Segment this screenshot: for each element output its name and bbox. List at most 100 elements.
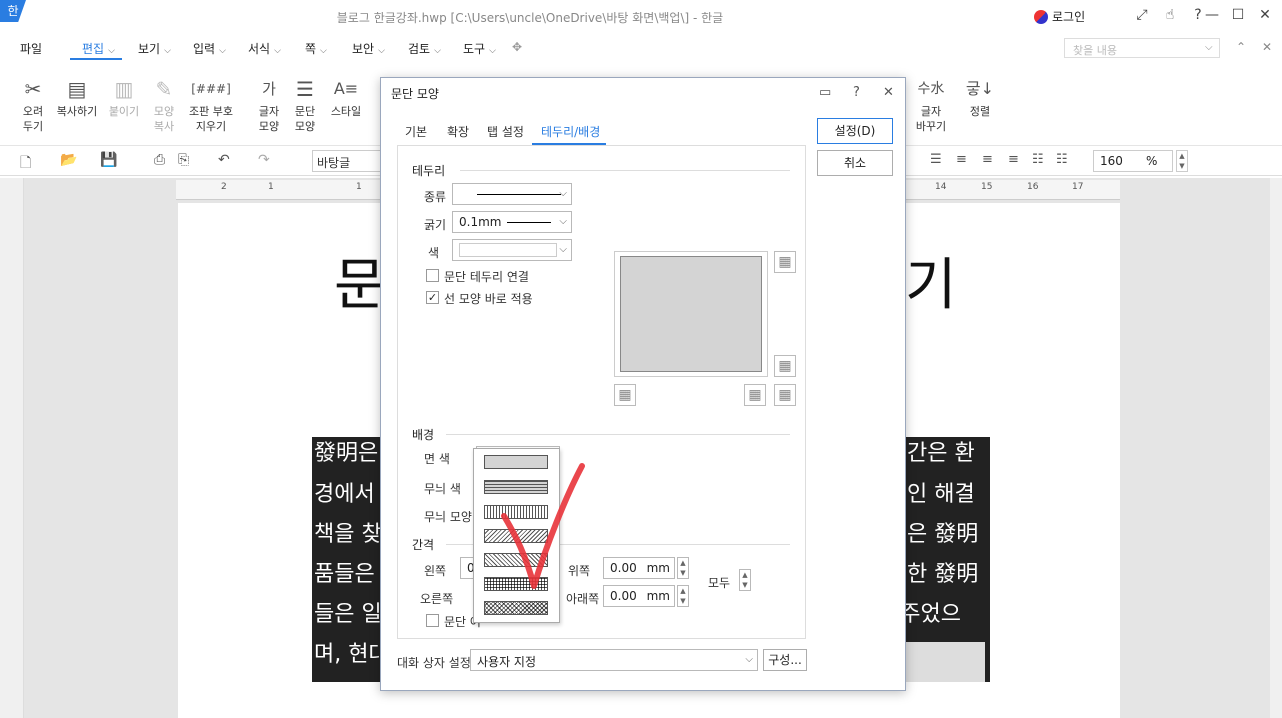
char-replace-button[interactable]: 수水 글자 바꾸기 xyxy=(908,74,954,134)
close-icon[interactable]: ✕ xyxy=(883,85,894,100)
border-top-icon[interactable]: ▦ xyxy=(774,251,796,273)
ignore-spacing-checkbox[interactable] xyxy=(426,614,439,627)
border-color-select[interactable]: ⌵ xyxy=(452,239,572,261)
align-center-icon[interactable]: ≡ xyxy=(982,152,993,167)
style-button[interactable]: A≡ 스타일 xyxy=(326,74,366,119)
menu-security[interactable]: 보안 ⌵ xyxy=(352,40,385,57)
comment-icon[interactable]: ▭ xyxy=(819,85,831,100)
copy-button[interactable]: ▤ 복사하기 xyxy=(52,74,102,119)
doc-line-right: 간은 환 xyxy=(907,441,975,466)
zoom-select[interactable]: 160% xyxy=(1093,150,1173,172)
align-justify-icon[interactable]: ☰ xyxy=(930,152,942,167)
menu-review[interactable]: 검토 ⌵ xyxy=(408,40,441,57)
char-shape-button[interactable]: 가 글자 모양 xyxy=(252,74,286,134)
login-label: 로그인 xyxy=(1052,10,1086,24)
zoom-value: 160 xyxy=(1100,154,1123,168)
bottom-spacing-spinner[interactable]: ▲ ▼ xyxy=(677,585,689,607)
maximize-icon[interactable]: ☐ xyxy=(1228,7,1248,23)
close-icon[interactable]: ✕ xyxy=(1255,7,1275,23)
style-icon: A≡ xyxy=(333,79,359,98)
help-icon[interactable]: ? xyxy=(853,85,860,100)
config-button[interactable]: 구성... xyxy=(763,649,807,671)
doc-line-right: 한 發明 xyxy=(907,562,979,587)
dialog-setting-select[interactable]: 사용자 지정 ⌵ xyxy=(470,649,758,671)
doc-line: 며, 현대 xyxy=(314,642,389,667)
divider xyxy=(446,434,790,435)
save-icon[interactable]: 💾 xyxy=(100,152,117,168)
cut-button[interactable]: ✂ 오려 두기 xyxy=(14,74,52,134)
menu-insert[interactable]: 입력 ⌵ xyxy=(193,40,226,57)
doc-line: 들은 일 xyxy=(314,602,382,627)
menu-edit[interactable]: 편집 ⌵ xyxy=(82,40,115,57)
print-icon[interactable]: ⎙ xyxy=(154,152,165,168)
border-right-icon[interactable]: ▦ xyxy=(774,384,796,406)
top-spacing-spinner[interactable]: ▲ ▼ xyxy=(677,557,689,579)
open-icon[interactable]: 📂 xyxy=(60,152,77,168)
para-shape-icon: ☰ xyxy=(296,77,314,101)
preview-fill xyxy=(620,256,762,372)
cancel-button[interactable]: 취소 xyxy=(817,150,893,176)
search-input[interactable]: 찾을 내용 xyxy=(1064,38,1220,58)
format-copy-icon: ✎ xyxy=(155,77,173,101)
menu-format[interactable]: 서식 ⌵ xyxy=(248,40,281,57)
top-spacing-input[interactable]: 0.00 mm xyxy=(603,557,675,579)
menu-page[interactable]: 쪽 ⌵ xyxy=(305,40,327,57)
print-preview-icon[interactable]: ⎘ xyxy=(178,152,189,168)
redo-icon[interactable]: ↷ xyxy=(258,152,270,168)
tab-basic[interactable]: 기본 xyxy=(405,123,427,140)
distribute-icon[interactable]: ☷ xyxy=(1032,152,1044,167)
zoom-unit: % xyxy=(1146,154,1158,168)
extension-icon[interactable]: ✥ xyxy=(512,40,522,54)
menu-file[interactable]: 파일 xyxy=(20,40,42,57)
all-spacing-label: 모두 xyxy=(708,576,731,590)
menu-active-indicator xyxy=(70,58,122,60)
menu-tools[interactable]: 도구 ⌵ xyxy=(463,40,496,57)
border-type-select[interactable]: ⌵ xyxy=(452,183,572,205)
border-type-label: 종류 xyxy=(424,190,447,204)
menu-view[interactable]: 보기 ⌵ xyxy=(138,40,171,57)
all-spacing-spinner[interactable]: ▲ ▼ xyxy=(739,569,751,591)
fullscreen-icon[interactable]: ⤢ xyxy=(1132,7,1152,23)
sort-icon: 긓↓ xyxy=(965,79,995,98)
bottom-spacing-input[interactable]: 0.00 mm xyxy=(603,585,675,607)
para-shape-button[interactable]: ☰ 문단 모양 xyxy=(288,74,322,134)
border-preview[interactable] xyxy=(614,251,768,377)
tab-tab-settings[interactable]: 탭 설정 xyxy=(487,123,524,140)
zoom-spinner[interactable]: ▲ ▼ xyxy=(1176,150,1188,172)
clear-marks-button[interactable]: [###] 조판 부호 지우기 xyxy=(184,74,238,134)
tab-border-background[interactable]: 테두리/배경 xyxy=(532,115,606,145)
copy-icon: ▤ xyxy=(67,77,87,101)
align-right-icon[interactable]: ≡ xyxy=(1008,152,1019,167)
collapse-ribbon-icon[interactable]: ⌃ xyxy=(1236,40,1246,54)
format-copy-button[interactable]: ✎ 모양 복사 xyxy=(146,74,182,134)
sort-button[interactable]: 긓↓ 정렬 xyxy=(960,74,1000,119)
login-button[interactable]: 로그인 xyxy=(1034,8,1085,25)
clear-marks-icon: [###] xyxy=(191,82,231,96)
align-left-icon[interactable]: ≡ xyxy=(956,152,967,167)
undo-icon[interactable]: ↶ xyxy=(218,152,230,168)
doc-line-right: 은 發明 xyxy=(907,522,979,547)
pattern-option-diag-cross[interactable] xyxy=(484,601,548,615)
border-inner-h-icon[interactable]: ▦ xyxy=(774,355,796,377)
search-dropdown-icon[interactable]: ⌵ xyxy=(1205,42,1213,53)
apply-line-checkbox[interactable]: ✓ xyxy=(426,291,439,304)
ok-button[interactable]: 설정(D) xyxy=(817,118,893,144)
scissors-icon: ✂ xyxy=(24,77,42,101)
divide-icon[interactable]: ☷ xyxy=(1056,152,1068,167)
new-doc-icon[interactable]: 🗋 xyxy=(20,152,31,176)
connect-border-checkbox[interactable] xyxy=(426,269,439,282)
pattern-color-label: 무늬 색 xyxy=(424,482,461,496)
minimize-icon[interactable]: — xyxy=(1202,7,1222,23)
border-width-select[interactable]: 0.1mm ⌵ xyxy=(452,211,572,233)
vertical-scrollbar[interactable] xyxy=(1270,178,1282,718)
border-left-icon[interactable]: ▦ xyxy=(614,384,636,406)
border-inner-v-icon[interactable]: ▦ xyxy=(744,384,766,406)
paste-button[interactable]: ▥ 붙이기 xyxy=(104,74,144,119)
spacing-section-title: 간격 xyxy=(412,538,435,552)
tab-extended[interactable]: 확장 xyxy=(447,123,469,140)
touch-icon[interactable]: ☝ xyxy=(1160,7,1180,23)
close-doc-icon[interactable]: ✕ xyxy=(1262,40,1272,54)
right-spacing-label: 오른쪽 xyxy=(420,592,454,606)
style-select[interactable]: 바탕글 xyxy=(312,150,382,172)
doc-line: 경에서 xyxy=(314,482,375,507)
